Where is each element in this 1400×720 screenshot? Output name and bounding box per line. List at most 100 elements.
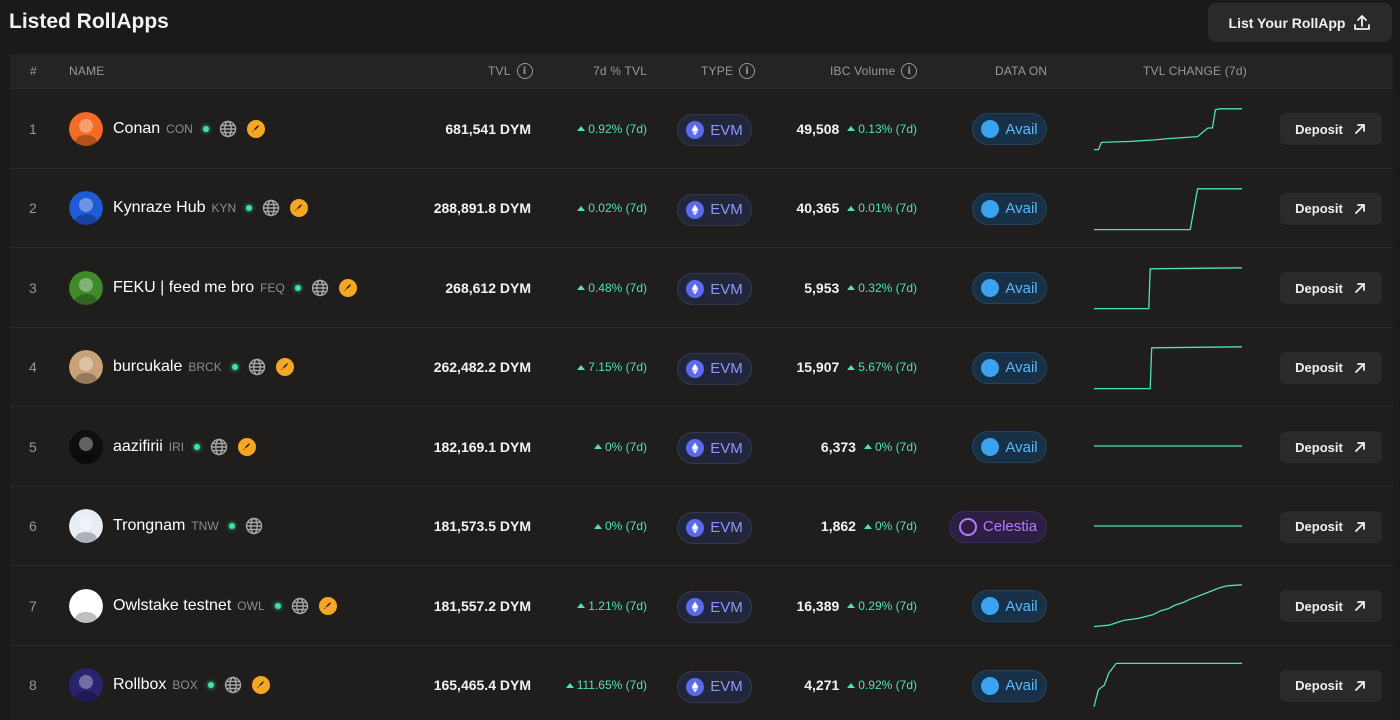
table-row[interactable]: 4 burcukale BRCK 262,482.2 DYM 7.15% (7d… xyxy=(10,326,1393,407)
deposit-button[interactable]: Deposit xyxy=(1280,351,1382,384)
ibc-pct-label: 0.92% (7d) xyxy=(858,678,917,692)
avail-icon xyxy=(981,120,1000,138)
table-row[interactable]: 5 aazifirii IRI 182,169.1 DYM 0% (7d) EV… xyxy=(10,406,1393,485)
table-row[interactable]: 1 Conan CON 681,541 DYM 0.92% (7d) EVM 4… xyxy=(10,88,1393,167)
table-row[interactable]: 2 Kynraze Hub KYN 288,891.8 DYM 0.02% (7… xyxy=(10,167,1393,248)
app-name-cell[interactable]: Trongnam TNW xyxy=(69,487,263,566)
type-label: EVM xyxy=(710,678,743,695)
deposit-button[interactable]: Deposit xyxy=(1280,272,1382,304)
row-rank: 6 xyxy=(29,518,37,534)
deposit-button[interactable]: Deposit xyxy=(1280,192,1382,225)
deposit-button[interactable]: Deposit xyxy=(1280,590,1382,622)
app-name-cell[interactable]: Rollbox BOX xyxy=(69,646,270,720)
app-ticker: KYN xyxy=(211,201,237,215)
trongnam-avatar xyxy=(69,509,103,543)
external-arrow-icon xyxy=(1354,442,1365,452)
app-name-cell[interactable]: burcukale BRCK xyxy=(69,328,294,407)
deposit-label: Deposit xyxy=(1295,360,1343,375)
rollbox-avatar xyxy=(69,668,103,702)
app-name-cell[interactable]: Kynraze Hub KYN xyxy=(69,169,309,248)
deposit-button[interactable]: Deposit xyxy=(1280,431,1382,463)
ibc-value: 15,907 xyxy=(796,359,840,375)
app-name[interactable]: aazifirii xyxy=(113,438,163,456)
globe-icon[interactable] xyxy=(219,120,237,138)
deposit-button[interactable]: Deposit xyxy=(1280,510,1382,543)
globe-icon[interactable] xyxy=(245,517,263,535)
ethereum-icon xyxy=(686,518,705,537)
col-ibc[interactable]: IBC Volume i xyxy=(830,54,918,88)
app-name[interactable]: Kynraze Hub xyxy=(113,199,206,217)
data-on-label: Avail xyxy=(1005,120,1038,138)
live-status-dot xyxy=(246,205,253,211)
tvl-sparkline xyxy=(1093,662,1242,707)
type-label: EVM xyxy=(710,280,743,298)
ibc-value: 6,373 xyxy=(820,438,856,455)
ibc-value: 16,389 xyxy=(796,597,840,614)
tvl-pct-change: 0% (7d) xyxy=(593,407,647,486)
data-availability-badge: Avail xyxy=(972,431,1047,463)
app-name[interactable]: FEKU | feed me bro xyxy=(113,279,254,297)
col-tvl-pct[interactable]: 7d % TVL xyxy=(593,54,647,88)
table-row[interactable]: 8 Rollbox BOX 165,465.4 DYM 111.65% (7d)… xyxy=(10,644,1393,720)
deposit-button[interactable]: Deposit xyxy=(1280,669,1382,702)
external-arrow-icon xyxy=(1354,283,1365,293)
app-name-cell[interactable]: Conan CON xyxy=(69,89,265,168)
app-name[interactable]: Owlstake testnet xyxy=(113,597,231,615)
avail-icon xyxy=(981,597,1000,615)
ibc-value: 40,365 xyxy=(796,200,840,216)
table-row[interactable]: 3 FEKU | feed me bro FEQ 268,612 DYM 0.4… xyxy=(10,247,1393,326)
table-row[interactable]: 7 Owlstake testnet OWL 181,557.2 DYM 1.2… xyxy=(10,565,1393,644)
app-ticker: OWL xyxy=(237,598,265,613)
type-label: EVM xyxy=(710,360,743,377)
type-badge: EVM xyxy=(677,432,752,464)
globe-icon[interactable] xyxy=(291,597,309,615)
app-name[interactable]: Rollbox xyxy=(113,676,166,694)
globe-icon[interactable] xyxy=(311,279,329,297)
deposit-button[interactable]: Deposit xyxy=(1280,113,1382,145)
app-name-cell[interactable]: aazifirii IRI xyxy=(69,407,257,486)
tvl-sparkline xyxy=(1094,345,1243,389)
rocket-badge-icon xyxy=(275,358,294,376)
ibc-pct-change: 0.92% (7d) xyxy=(847,678,917,692)
tvl-pct-label: 0% (7d) xyxy=(604,439,647,454)
ibc-volume: 1,862 0% (7d) xyxy=(821,487,917,566)
type-badge: EVM xyxy=(677,193,752,226)
conan-avatar xyxy=(69,111,103,146)
data-availability-badge: Avail xyxy=(972,590,1047,622)
live-status-dot xyxy=(207,682,214,688)
info-icon[interactable]: i xyxy=(739,63,756,79)
info-icon[interactable]: i xyxy=(516,63,533,79)
app-ticker: CON xyxy=(166,121,193,136)
globe-icon[interactable] xyxy=(210,438,228,456)
row-rank: 7 xyxy=(29,597,37,614)
up-arrow-icon xyxy=(577,364,586,370)
col-tvl[interactable]: TVL i xyxy=(488,54,533,88)
col-tvl-change: TVL CHANGE (7d) xyxy=(1143,64,1247,78)
tvl-pct-change: 0.92% (7d) xyxy=(577,89,647,168)
ibc-pct-label: 0.01% (7d) xyxy=(858,201,917,215)
page-title: Listed RollApps xyxy=(9,10,169,33)
app-name[interactable]: burcukale xyxy=(113,358,182,376)
list-your-rollapp-button[interactable]: List Your RollApp xyxy=(1208,3,1392,42)
deposit-label: Deposit xyxy=(1295,439,1343,455)
info-icon[interactable]: i xyxy=(901,63,918,79)
table-row[interactable]: 6 Trongnam TNW 181,573.5 DYM 0% (7d) EVM… xyxy=(10,485,1393,566)
tvl-value: 262,482.2 DYM xyxy=(433,359,531,375)
owlstake-avatar xyxy=(69,588,103,623)
globe-icon[interactable] xyxy=(224,676,242,694)
avail-icon xyxy=(981,279,1000,297)
globe-icon[interactable] xyxy=(248,358,266,376)
ibc-pct-change: 0.32% (7d) xyxy=(847,281,917,295)
aazifirii-avatar xyxy=(69,429,103,464)
app-name-cell[interactable]: Owlstake testnet OWL xyxy=(69,566,337,645)
app-name[interactable]: Trongnam xyxy=(113,517,185,535)
ibc-pct-label: 0% (7d) xyxy=(874,519,917,533)
col-type[interactable]: TYPE i xyxy=(701,54,756,88)
tvl-pct-change: 0.48% (7d) xyxy=(577,248,647,327)
data-availability-badge: Avail xyxy=(972,272,1047,304)
ibc-pct-label: 0.13% (7d) xyxy=(858,121,917,136)
globe-icon[interactable] xyxy=(262,199,280,217)
table-header: # NAME TVL i 7d % TVL TYPE i IBC Volume … xyxy=(10,54,1393,88)
app-name[interactable]: Conan xyxy=(113,120,160,138)
app-name-cell[interactable]: FEKU | feed me bro FEQ xyxy=(69,248,357,327)
